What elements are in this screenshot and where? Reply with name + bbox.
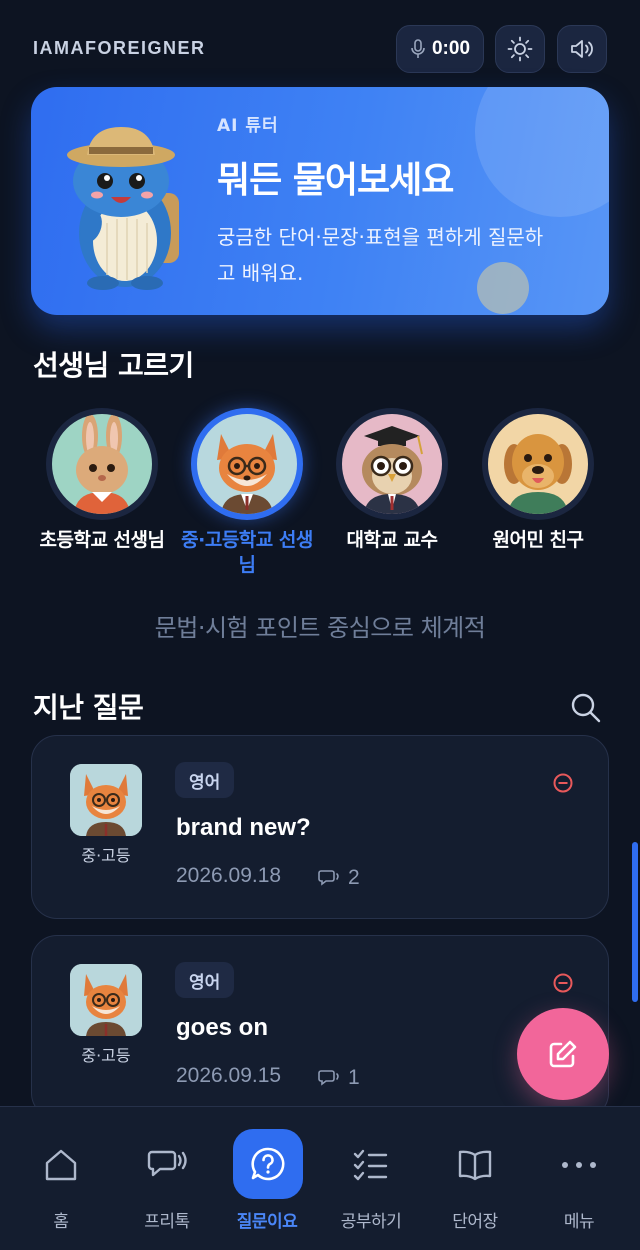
checklist-icon	[353, 1149, 388, 1181]
remove-icon[interactable]	[552, 772, 574, 794]
rabbit-teacher-avatar	[52, 414, 152, 514]
banner-kicker: AI 튜터	[217, 116, 279, 136]
chat-bubble-icon	[318, 1070, 339, 1086]
teacher-level-label: 중·고등	[81, 846, 131, 865]
timer-text: 0:00	[431, 38, 471, 59]
fox-teacher-thumbnail	[70, 964, 142, 1036]
whale-mascot-image	[67, 127, 179, 290]
banner-description: 궁금한 단어·문장·표현을 편하게 질문하고 배워요.	[217, 225, 544, 285]
nav-home[interactable]: 홈	[8, 1107, 114, 1250]
theme-toggle-button[interactable]	[495, 25, 545, 73]
nav-label: 홈	[53, 1212, 69, 1232]
teacher-description: 문법·시험 포인트 중심으로 체계적	[154, 614, 486, 642]
reply-count-value: 1	[348, 1066, 360, 1089]
decorative-bubble	[475, 87, 609, 217]
chat-icon	[147, 1150, 187, 1177]
search-button[interactable]	[566, 688, 606, 728]
speaker-icon	[571, 40, 593, 58]
teacher-option-native-friend[interactable]: 원어민 친구	[471, 408, 605, 588]
teacher-option-professor[interactable]: 대학교 교수	[325, 408, 459, 588]
nav-vocabulary[interactable]: 단어장	[422, 1107, 528, 1250]
teacher-label: 중·고등학교 선생님	[181, 529, 313, 576]
teacher-avatar-ring	[191, 408, 303, 520]
language-badge: 영어	[175, 762, 235, 798]
more-icon	[562, 1162, 596, 1168]
bottom-navigation: 홈 프리톡 질문이요 공부하기 단어장 메뉴	[0, 1106, 640, 1250]
question-card[interactable]: 중·고등 영어 goes on 2026.09.15 1	[31, 935, 609, 1119]
teacher-avatar-ring	[482, 408, 594, 520]
nav-label: 질문이요	[236, 1212, 298, 1232]
ai-tutor-banner[interactable]: AI 튜터 뭐든 물어보세요 궁금한 단어·문장·표현을 편하게 질문하고 배워…	[31, 87, 609, 315]
question-card[interactable]: 중·고등 영어 brand new? 2026.09.18 2	[31, 735, 609, 919]
owl-professor-avatar	[342, 414, 442, 514]
teacher-level-label: 중·고등	[81, 1046, 131, 1065]
reply-count-value: 2	[348, 866, 360, 889]
book-icon	[458, 1150, 492, 1181]
remove-icon[interactable]	[552, 972, 574, 994]
teacher-avatar-ring	[46, 408, 158, 520]
mic-icon	[411, 39, 425, 58]
nav-free-talk[interactable]: 프리톡	[114, 1107, 220, 1250]
teacher-label: 원어민 친구	[492, 529, 584, 551]
brand-title: IAMAFOREIGNER	[33, 38, 206, 58]
teacher-label: 초등학교 선생님	[39, 529, 165, 551]
reply-count: 1	[318, 1066, 360, 1090]
sound-toggle-button[interactable]	[557, 25, 607, 73]
teacher-option-elementary[interactable]: 초등학교 선생님	[35, 408, 169, 588]
banner-title: 뭐든 물어보세요	[217, 160, 454, 201]
history-section-title: 지난 질문	[33, 691, 144, 724]
top-bar: IAMAFOREIGNER 0:00	[0, 0, 640, 90]
teacher-label: 대학교 교수	[346, 529, 438, 551]
teacher-option-middle-high[interactable]: 중·고등학교 선생님	[180, 408, 314, 588]
nav-questions[interactable]: 질문이요	[214, 1107, 320, 1250]
nav-label: 프리톡	[144, 1212, 190, 1232]
question-date: 2026.09.18	[176, 864, 282, 887]
question-date: 2026.09.15	[176, 1064, 282, 1087]
question-icon	[251, 1147, 285, 1181]
question-text: goes on	[176, 1014, 269, 1041]
nav-label: 단어장	[452, 1212, 498, 1232]
fox-teacher-avatar	[197, 414, 297, 514]
nav-label: 메뉴	[563, 1212, 595, 1232]
search-icon	[571, 693, 601, 723]
reply-count: 2	[318, 866, 360, 890]
nav-study[interactable]: 공부하기	[318, 1107, 424, 1250]
dog-friend-avatar	[488, 414, 588, 514]
home-icon	[45, 1149, 77, 1181]
recording-timer-button[interactable]: 0:00	[396, 25, 484, 73]
teacher-avatar-ring	[336, 408, 448, 520]
teacher-section-title: 선생님 고르기	[33, 349, 194, 382]
nav-menu[interactable]: 메뉴	[526, 1107, 632, 1250]
question-text: brand new?	[176, 814, 311, 841]
nav-label: 공부하기	[340, 1212, 402, 1232]
new-question-button[interactable]	[517, 1008, 609, 1100]
chat-bubble-icon	[318, 870, 339, 886]
sun-icon	[507, 36, 533, 62]
edit-icon	[549, 1040, 577, 1068]
fox-teacher-thumbnail	[70, 764, 142, 836]
scrollbar[interactable]	[632, 842, 638, 1002]
language-badge: 영어	[175, 962, 235, 998]
